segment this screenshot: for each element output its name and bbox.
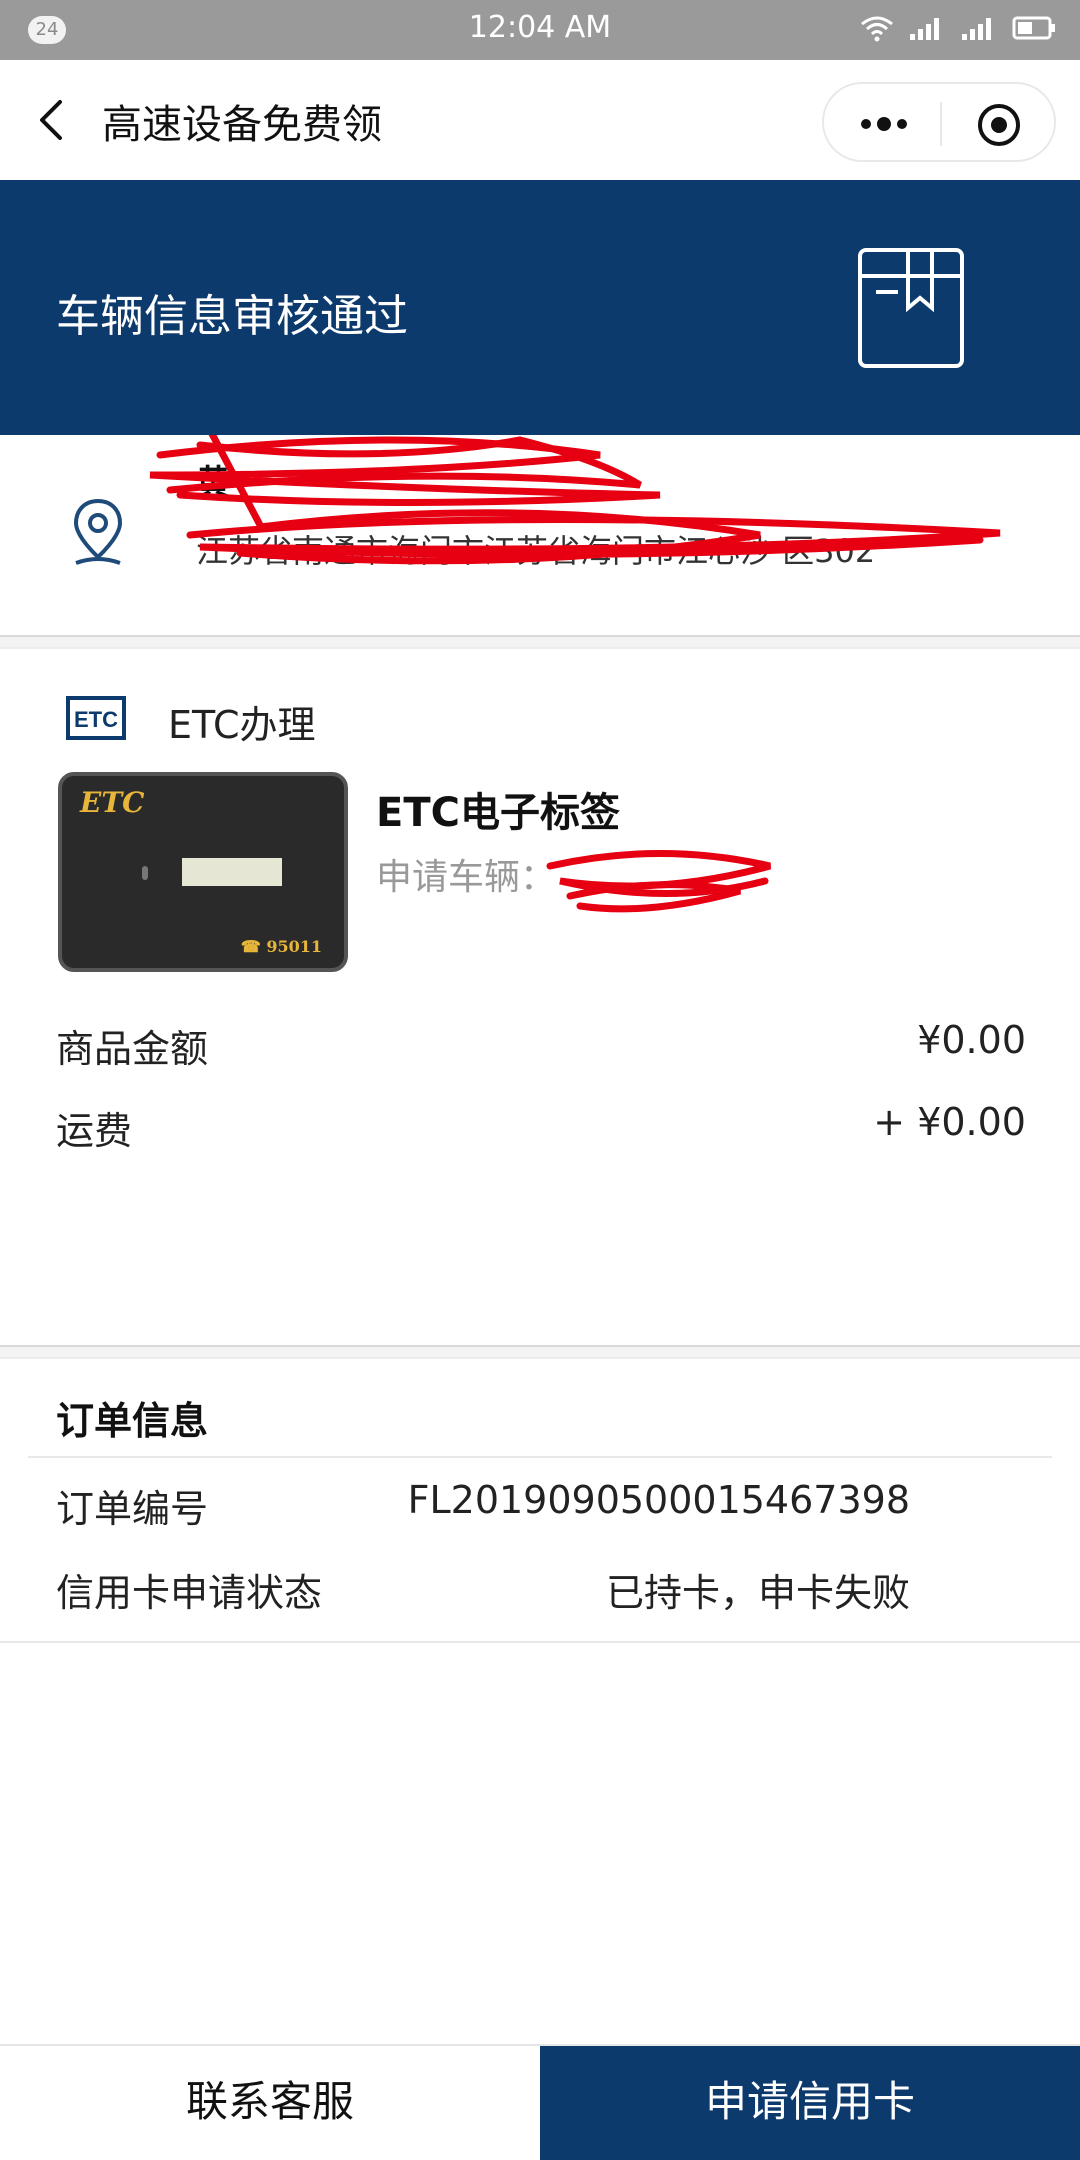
card-status-value: 已持卡，申卡失败 [605, 1571, 910, 1615]
order-divider [28, 1456, 1052, 1458]
etc-logo-text: ETC [74, 707, 118, 732]
etc-section-header: ETC ETC办理 [0, 680, 1080, 760]
shipping-address[interactable]: 黄 江苏省南通市海门市江苏省海门市江心沙 区302 [0, 435, 1080, 635]
card-status-label: 信用卡申请状态 [56, 1571, 323, 1615]
order-number-value: FL2019090500015467398 [407, 1478, 910, 1522]
bookmark-book-icon [858, 248, 964, 368]
title-bar: 高速设备免费领 [0, 60, 1080, 180]
product-title: ETC电子标签 [376, 790, 620, 836]
product-image-brand: ETC [80, 786, 145, 819]
amount-label: 商品金额 [56, 1027, 209, 1071]
device-window [182, 858, 282, 886]
battery-icon [1012, 16, 1055, 40]
product-vehicle: 申请车辆： [376, 857, 557, 898]
etc-logo-icon: ETC [66, 696, 126, 740]
banner-text: 车辆信息审核通过 [56, 291, 408, 342]
status-bar: 24 12:04 AM [0, 0, 1080, 60]
amount-row: 商品金额 ¥0.00 [0, 1018, 1080, 1078]
address-line: 江苏省南通市海门市江苏省海门市江心沙 区302 [196, 532, 876, 570]
etc-section-label: ETC办理 [168, 703, 316, 747]
wifi-icon [861, 16, 893, 42]
recipient-name: 黄 [196, 463, 230, 503]
device-led [142, 866, 148, 880]
contact-service-button[interactable]: 联系客服 [0, 2046, 540, 2160]
signal-icon [910, 18, 939, 40]
bottom-action-bar: 联系客服 申请信用卡 [0, 2044, 1080, 2160]
order-number-row: 订单编号 FL2019090500015467398 [0, 1478, 1080, 1538]
more-icon[interactable] [856, 112, 912, 136]
vehicle-redaction-scribble [546, 850, 771, 913]
capsule-divider [940, 102, 942, 146]
status-icons [860, 14, 1056, 42]
shipping-value: + ¥0.00 [873, 1100, 1026, 1144]
shipping-label: 运费 [56, 1109, 133, 1153]
section-separator-2 [0, 1345, 1080, 1359]
product-image-phone: ☎ 95011 [240, 937, 322, 956]
order-bottom-line [0, 1641, 1080, 1643]
back-icon[interactable] [28, 94, 80, 146]
signal-icon-2 [962, 18, 991, 40]
close-target-icon[interactable] [976, 102, 1022, 148]
page-title: 高速设备免费领 [102, 102, 382, 148]
section-separator [0, 635, 1080, 649]
amount-value: ¥0.00 [917, 1018, 1026, 1062]
etc-product-image: ETC ☎ 95011 [58, 772, 348, 972]
order-info-title: 订单信息 [56, 1399, 209, 1443]
order-number-label: 订单编号 [56, 1487, 209, 1531]
mini-program-capsule [822, 82, 1056, 162]
location-pin-icon [73, 498, 123, 565]
shipping-row: 运费 + ¥0.00 [0, 1100, 1080, 1160]
card-status-row: 信用卡申请状态 已持卡，申卡失败 [0, 1562, 1080, 1622]
status-banner: 车辆信息审核通过 [0, 180, 1080, 435]
apply-credit-card-button[interactable]: 申请信用卡 [540, 2046, 1080, 2160]
